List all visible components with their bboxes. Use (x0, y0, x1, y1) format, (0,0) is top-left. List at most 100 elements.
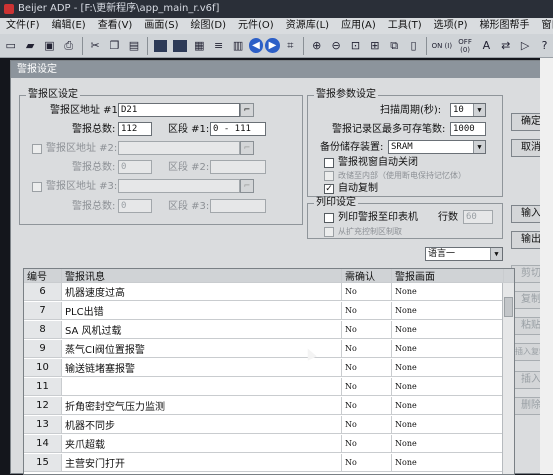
row-ack[interactable]: No (342, 416, 392, 433)
layers-icon[interactable]: ⧉ (386, 37, 403, 55)
fit-icon[interactable]: ⊡ (347, 37, 364, 55)
zoom-out-icon[interactable]: ⊖ (327, 37, 344, 55)
on-button[interactable]: ON (I) (431, 42, 452, 50)
addr1-picker-button[interactable]: ⌐ (240, 103, 254, 117)
row-number[interactable]: 10 (24, 359, 62, 376)
row-screen[interactable]: None (392, 302, 504, 319)
print-icon[interactable]: ⎙ (60, 37, 77, 55)
screen-icon[interactable] (154, 40, 168, 52)
row-message[interactable]: 主营安门打开 (62, 454, 342, 471)
col-ack[interactable]: 需确认 (342, 269, 392, 282)
row-number[interactable]: 14 (24, 435, 62, 452)
row-screen[interactable]: None (392, 283, 504, 300)
grid-icon[interactable]: ▦ (191, 37, 208, 55)
table-row[interactable]: 14夹爪超载NoNone (24, 435, 514, 453)
row-number[interactable]: 6 (24, 283, 62, 300)
list-icon[interactable]: ≡ (210, 37, 227, 55)
paste-icon[interactable]: ▤ (125, 37, 142, 55)
row-ack[interactable]: No (342, 359, 392, 376)
print-checkbox[interactable] (324, 213, 334, 223)
transfer-icon[interactable]: ⇄ (497, 37, 514, 55)
text-a-icon[interactable]: A (478, 37, 495, 55)
addr3-input[interactable] (118, 179, 240, 193)
row-message[interactable]: 输送链堵塞报警 (62, 359, 342, 376)
menu-options[interactable]: 选项(P) (428, 18, 474, 34)
menu-tools[interactable]: 工具(T) (382, 18, 428, 34)
scrollbar-thumb[interactable] (504, 297, 513, 317)
ext-control-checkbox[interactable] (324, 227, 334, 237)
menu-view[interactable]: 查看(V) (92, 18, 139, 34)
row-message[interactable]: 夹爪超载 (62, 435, 342, 452)
addr3-checkbox[interactable] (32, 182, 42, 192)
menu-objects[interactable]: 元件(O) (232, 18, 280, 34)
menu-screen[interactable]: 画面(S) (138, 18, 184, 34)
row-ack[interactable]: No (342, 283, 392, 300)
table-row[interactable]: 10输送链堵塞报警NoNone (24, 359, 514, 377)
row-message[interactable] (62, 378, 342, 395)
table-row[interactable]: 8SA 风机过载NoNone (24, 321, 514, 339)
row-screen[interactable]: None (392, 416, 504, 433)
lines-input[interactable]: 60 (463, 210, 493, 224)
page-icon[interactable]: ▯ (405, 37, 422, 55)
auto-copy-checkbox[interactable]: ✓ (324, 184, 334, 194)
window-icon[interactable] (173, 40, 187, 52)
row-number[interactable]: 12 (24, 397, 62, 414)
scan-period-select[interactable]: 10 ▼ (450, 103, 486, 117)
open-folder-icon[interactable]: ▰ (21, 37, 38, 55)
col-number[interactable]: 编号 (24, 269, 62, 282)
row-message[interactable]: 蒸气CI阀位置报警 (62, 340, 342, 357)
table-row[interactable]: 15主营安门打开NoNone (24, 454, 514, 472)
zoom-icon[interactable]: ⊕ (308, 37, 325, 55)
row-number[interactable]: 8 (24, 321, 62, 338)
row-message[interactable]: 机器不同步 (62, 416, 342, 433)
menu-file[interactable]: 文件(F) (0, 18, 46, 34)
auto-close-checkbox[interactable] (324, 158, 334, 168)
run-icon[interactable]: ▷ (516, 37, 533, 55)
crop-icon[interactable]: ⌗ (282, 37, 299, 55)
menu-library[interactable]: 资源库(L) (280, 18, 335, 34)
copy-icon[interactable]: ❐ (106, 37, 123, 55)
total3-input[interactable]: 0 (118, 199, 152, 213)
total1-input[interactable]: 112 (118, 122, 152, 136)
row-screen[interactable]: None (392, 397, 504, 414)
row-ack[interactable]: No (342, 321, 392, 338)
menu-edit[interactable]: 编辑(E) (46, 18, 92, 34)
row-ack[interactable]: No (342, 454, 392, 471)
addr3-picker-button[interactable]: ⌐ (240, 179, 254, 193)
new-file-icon[interactable]: ▭ (2, 37, 19, 55)
row-screen[interactable]: None (392, 340, 504, 357)
row-screen[interactable]: None (392, 378, 504, 395)
back-arrow-icon[interactable]: ◀ (249, 38, 263, 53)
row-ack[interactable]: No (342, 340, 392, 357)
total2-input[interactable]: 0 (118, 160, 152, 174)
forward-arrow-icon[interactable]: ▶ (265, 38, 279, 53)
help-icon[interactable]: ? (536, 37, 553, 55)
menu-draw[interactable]: 绘图(D) (185, 18, 233, 34)
row-ack[interactable]: No (342, 378, 392, 395)
table-row[interactable]: 6机器速度过高NoNone (24, 283, 514, 301)
menu-window[interactable]: 窗口(W) (536, 18, 553, 34)
row-number[interactable]: 15 (24, 454, 62, 471)
addr2-input[interactable] (118, 141, 240, 155)
row-message[interactable]: 折角密封空气压力监测 (62, 397, 342, 414)
table-row[interactable]: 13机器不同步NoNone (24, 416, 514, 434)
row-message[interactable]: 机器速度过高 (62, 283, 342, 300)
max-records-input[interactable]: 1000 (450, 122, 486, 136)
align-icon[interactable]: ⊞ (366, 37, 383, 55)
row-number[interactable]: 7 (24, 302, 62, 319)
table-row[interactable]: 7PLC出错NoNone (24, 302, 514, 320)
row-screen[interactable]: None (392, 321, 504, 338)
save-icon[interactable]: ▣ (41, 37, 58, 55)
row-message[interactable]: SA 风机过载 (62, 321, 342, 338)
addr2-checkbox[interactable] (32, 144, 42, 154)
save-internal-checkbox[interactable] (324, 171, 334, 181)
language-select[interactable]: 语言一 ▼ (425, 247, 503, 261)
row-screen[interactable]: None (392, 454, 504, 471)
row-number[interactable]: 9 (24, 340, 62, 357)
table-row[interactable]: 9蒸气CI阀位置报警NoNone (24, 340, 514, 358)
menu-ladder-helper[interactable]: 梯形图帮手 (474, 18, 536, 34)
cut-icon[interactable]: ✂ (86, 37, 103, 55)
addr1-input[interactable]: D21 (118, 103, 240, 117)
row-message[interactable]: PLC出错 (62, 302, 342, 319)
off-button[interactable]: OFF (0) (454, 38, 475, 54)
